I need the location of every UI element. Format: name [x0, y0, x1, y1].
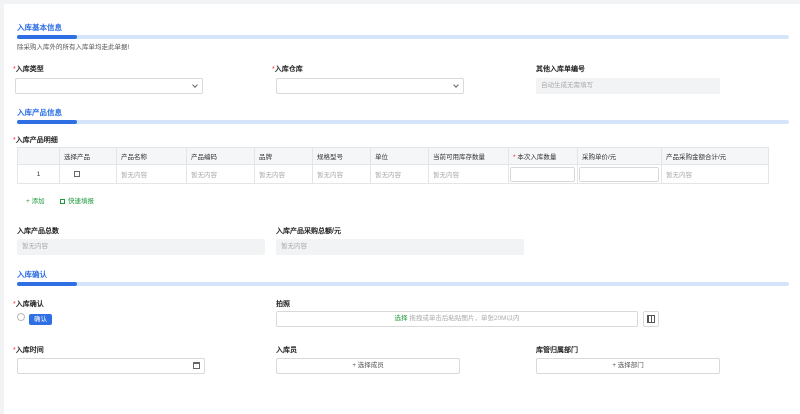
table-header: 单位 — [370, 147, 429, 165]
select-member-button[interactable]: + 选择成员 — [276, 358, 460, 374]
quick-fill-button[interactable]: 快速填报 — [60, 195, 94, 205]
table-header: 采购单价/元 — [577, 147, 662, 165]
inbound-qty-cell — [508, 164, 578, 184]
section-title-confirm: 入库确认 — [17, 270, 47, 279]
unit-cell: 暂无内容 — [370, 164, 429, 184]
section-title-basic: 入库基本信息 — [17, 23, 62, 32]
table-header: 品牌 — [254, 147, 313, 165]
section-divider-product — [17, 120, 789, 124]
add-row-button[interactable]: + 添加 — [26, 195, 45, 205]
product-table: 选择产品 产品名称 产品编码 品牌 规格型号 单位 当前可用库存数量 * 本次入… — [17, 147, 769, 184]
table-header — [17, 147, 60, 165]
total-amount-label: 入库产品采购总额/元 — [276, 228, 341, 235]
stock-qty-cell: 暂无内容 — [428, 164, 509, 184]
confirm-tag[interactable]: 确认 — [29, 314, 52, 325]
table-header: 当前可用库存数量 — [428, 147, 509, 165]
section-title-product: 入库产品信息 — [17, 108, 62, 117]
detail-label: *入库产品明细 — [13, 137, 58, 144]
table-row: 1 暂无内容 暂无内容 暂无内容 暂无内容 暂无内容 暂无内容 暂无内容 — [17, 164, 769, 184]
table-header: 规格型号 — [312, 147, 371, 165]
section-divider-confirm — [17, 282, 789, 286]
confirm-radio[interactable] — [17, 313, 25, 321]
other-no-field: 自动生成无需填写 — [536, 78, 720, 94]
time-picker[interactable] — [17, 358, 205, 374]
warehouse-select[interactable] — [276, 78, 464, 94]
table-header: 产品采购金额合计/元 — [661, 147, 769, 165]
total-amount-field: 暂无内容 — [276, 239, 524, 255]
product-picker-icon[interactable] — [74, 170, 80, 177]
photo-upload-hint: 拖拽或单击后粘贴图片，单张20M以内 — [409, 315, 520, 322]
select-dept-button[interactable]: + 选择部门 — [536, 358, 720, 374]
section-divider-basic — [17, 35, 789, 39]
notice-text: 除采购入库外的所有入库单均走此单据! — [17, 44, 130, 51]
photo-upload-area[interactable]: 选择 拖拽或单击后粘贴图片，单张20M以内 — [276, 311, 638, 327]
stock-type-select[interactable] — [15, 78, 203, 94]
amount-total-cell: 暂无内容 — [661, 164, 769, 184]
calendar-icon — [193, 362, 200, 369]
table-header-row: 选择产品 产品名称 产品编码 品牌 规格型号 单位 当前可用库存数量 * 本次入… — [17, 147, 769, 165]
confirm-label: *入库确认 — [13, 301, 44, 308]
product-name-cell: 暂无内容 — [116, 164, 187, 184]
spec-cell: 暂无内容 — [312, 164, 371, 184]
total-qty-field: 暂无内容 — [17, 239, 265, 255]
qr-code-button[interactable] — [643, 311, 659, 327]
select-product-cell[interactable] — [59, 164, 117, 184]
table-header: 选择产品 — [59, 147, 117, 165]
photo-select-link[interactable]: 选择 — [395, 315, 408, 322]
staff-label: 入库员 — [276, 347, 297, 354]
brand-cell: 暂无内容 — [254, 164, 313, 184]
time-label: *入库时间 — [13, 347, 44, 354]
table-header: 产品名称 — [116, 147, 187, 165]
dept-label: 库管归属部门 — [536, 347, 578, 354]
table-header: * 本次入库数量 — [508, 147, 578, 165]
table-header: 产品编码 — [186, 147, 255, 165]
form-page: 入库基本信息 除采购入库外的所有入库单均走此单据! *入库类型 *入库仓库 其他… — [4, 4, 800, 414]
other-no-label: 其他入库单编号 — [536, 66, 585, 73]
row-index: 1 — [17, 164, 60, 184]
stock-type-label: *入库类型 — [13, 66, 44, 73]
chevron-down-icon — [192, 82, 198, 88]
quick-fill-icon — [60, 198, 65, 204]
product-code-cell: 暂无内容 — [186, 164, 255, 184]
qr-code-icon — [647, 315, 655, 323]
photo-label: 拍照 — [276, 301, 290, 308]
unit-price-input[interactable] — [579, 166, 659, 182]
warehouse-label: *入库仓库 — [272, 66, 303, 73]
total-qty-label: 入库产品总数 — [17, 228, 59, 235]
chevron-down-icon — [453, 82, 459, 88]
unit-price-cell — [577, 164, 662, 184]
inbound-qty-input[interactable] — [510, 166, 575, 182]
